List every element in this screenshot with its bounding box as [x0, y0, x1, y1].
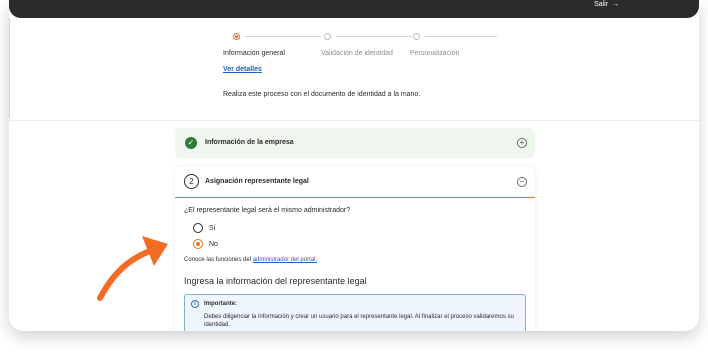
- pointer-arrow-icon: [97, 236, 168, 301]
- top-bar: Salir →: [9, 0, 699, 18]
- functions-text: Conoce las funciones del administrador d…: [184, 257, 317, 263]
- radio-no[interactable]: [193, 239, 203, 249]
- important-notice: i Importante: Debes diligenciar la infor…: [184, 294, 526, 331]
- step-connector-3: [425, 36, 497, 37]
- step-dot-3: [413, 33, 420, 40]
- exit-button[interactable]: Salir →: [594, 0, 619, 10]
- question-text: ¿El representante legal será el mismo ad…: [184, 207, 351, 214]
- company-card-title: Información de la empresa: [205, 139, 294, 146]
- section-divider: [9, 120, 699, 121]
- step-dot-2: [324, 33, 331, 40]
- details-link[interactable]: Ver detalles: [223, 66, 262, 73]
- portal-admin-link[interactable]: administrador del portal.: [253, 257, 317, 263]
- card-header-underline: [175, 197, 535, 198]
- legal-card-title: Asignación representante legal: [205, 178, 309, 185]
- plus-icon[interactable]: +: [517, 138, 527, 148]
- functions-prefix: Conoce las funciones del: [184, 257, 252, 263]
- company-info-card[interactable]: ✓ Información de la empresa +: [175, 128, 535, 158]
- legal-rep-card: 2 Asignación representante legal − ¿El r…: [175, 166, 535, 331]
- radio-no-label: No: [209, 241, 218, 248]
- check-icon: ✓: [185, 137, 197, 149]
- minus-icon[interactable]: −: [517, 177, 527, 187]
- info-icon: i: [191, 300, 199, 308]
- exit-label: Salir: [593, 1, 608, 8]
- step-number-badge: 2: [184, 174, 199, 189]
- section-title: Ingresa la información del representante…: [184, 276, 367, 286]
- step-connector-2: [336, 36, 412, 37]
- step-label-2: Validación de identidad: [321, 50, 393, 57]
- step-dot-1: [233, 33, 240, 40]
- important-title: Importante:: [204, 301, 237, 307]
- left-accent-line: [9, 18, 10, 118]
- radio-yes[interactable]: [193, 223, 203, 233]
- important-text: Debes diligenciar la información y crear…: [204, 314, 514, 328]
- progress-stepper: Información general Validación de identi…: [223, 33, 503, 63]
- exit-arrow-icon: →: [612, 1, 619, 8]
- step-label-3: Personalización: [410, 50, 460, 57]
- radio-yes-label: Sí: [209, 225, 216, 232]
- step-label-1: Información general: [223, 50, 285, 57]
- intro-text: Realiza este proceso con el documento de…: [223, 91, 421, 98]
- step-connector-1: [245, 36, 321, 37]
